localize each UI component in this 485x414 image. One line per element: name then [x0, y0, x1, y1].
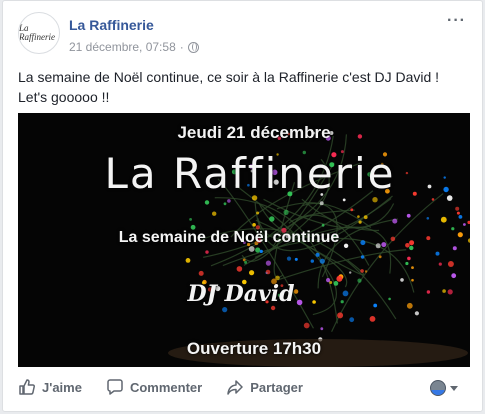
thumbs-up-icon	[19, 379, 35, 395]
comment-label: Commenter	[129, 379, 203, 395]
avatar-logo-text: La Raffinerie	[19, 23, 55, 42]
post-header: La Raffinerie La Raffinerie 21 décembre,…	[18, 12, 470, 58]
share-icon	[227, 380, 243, 395]
caret-down-icon	[450, 385, 458, 391]
share-label: Partager	[250, 379, 303, 395]
page-avatar[interactable]: La Raffinerie	[18, 12, 60, 54]
image-title-text: La Raffinerie	[104, 149, 396, 198]
post-meta: 21 décembre, 07:58 ·	[69, 40, 199, 54]
page-name-link[interactable]: La Raffinerie	[69, 17, 154, 33]
image-date-text: Jeudi 21 décembre	[177, 123, 331, 142]
like-label: J'aime	[42, 379, 82, 395]
post-text-line: Let's gooooo !!	[18, 89, 110, 105]
comment-icon	[107, 379, 123, 395]
post-image[interactable]: Jeudi 21 décembre La Raffinerie La semai…	[18, 113, 470, 367]
like-button[interactable]: J'aime	[18, 378, 82, 396]
globe-icon	[187, 41, 199, 53]
post-actions-bar: J'aime Commenter Partager	[3, 369, 482, 405]
post-card: La Raffinerie La Raffinerie 21 décembre,…	[2, 0, 483, 412]
audience-selector[interactable]	[430, 380, 458, 396]
post-text: La semaine de Noël continue, ce soir à l…	[18, 67, 473, 107]
image-dj-text: DJ David	[187, 281, 295, 307]
share-button[interactable]: Partager	[226, 378, 303, 396]
audience-avatar-icon	[430, 380, 446, 396]
post-text-line: La semaine de Noël continue, ce soir à l…	[18, 69, 440, 85]
post-timestamp[interactable]: 21 décembre, 07:58	[69, 40, 176, 54]
comment-button[interactable]: Commenter	[106, 378, 202, 396]
more-options-icon[interactable]: ···	[447, 13, 466, 29]
image-subtitle-text: La semaine de Noël continue	[118, 229, 340, 246]
meta-separator: ·	[179, 40, 184, 54]
image-opening-text: Ouverture 17h30	[186, 339, 322, 358]
